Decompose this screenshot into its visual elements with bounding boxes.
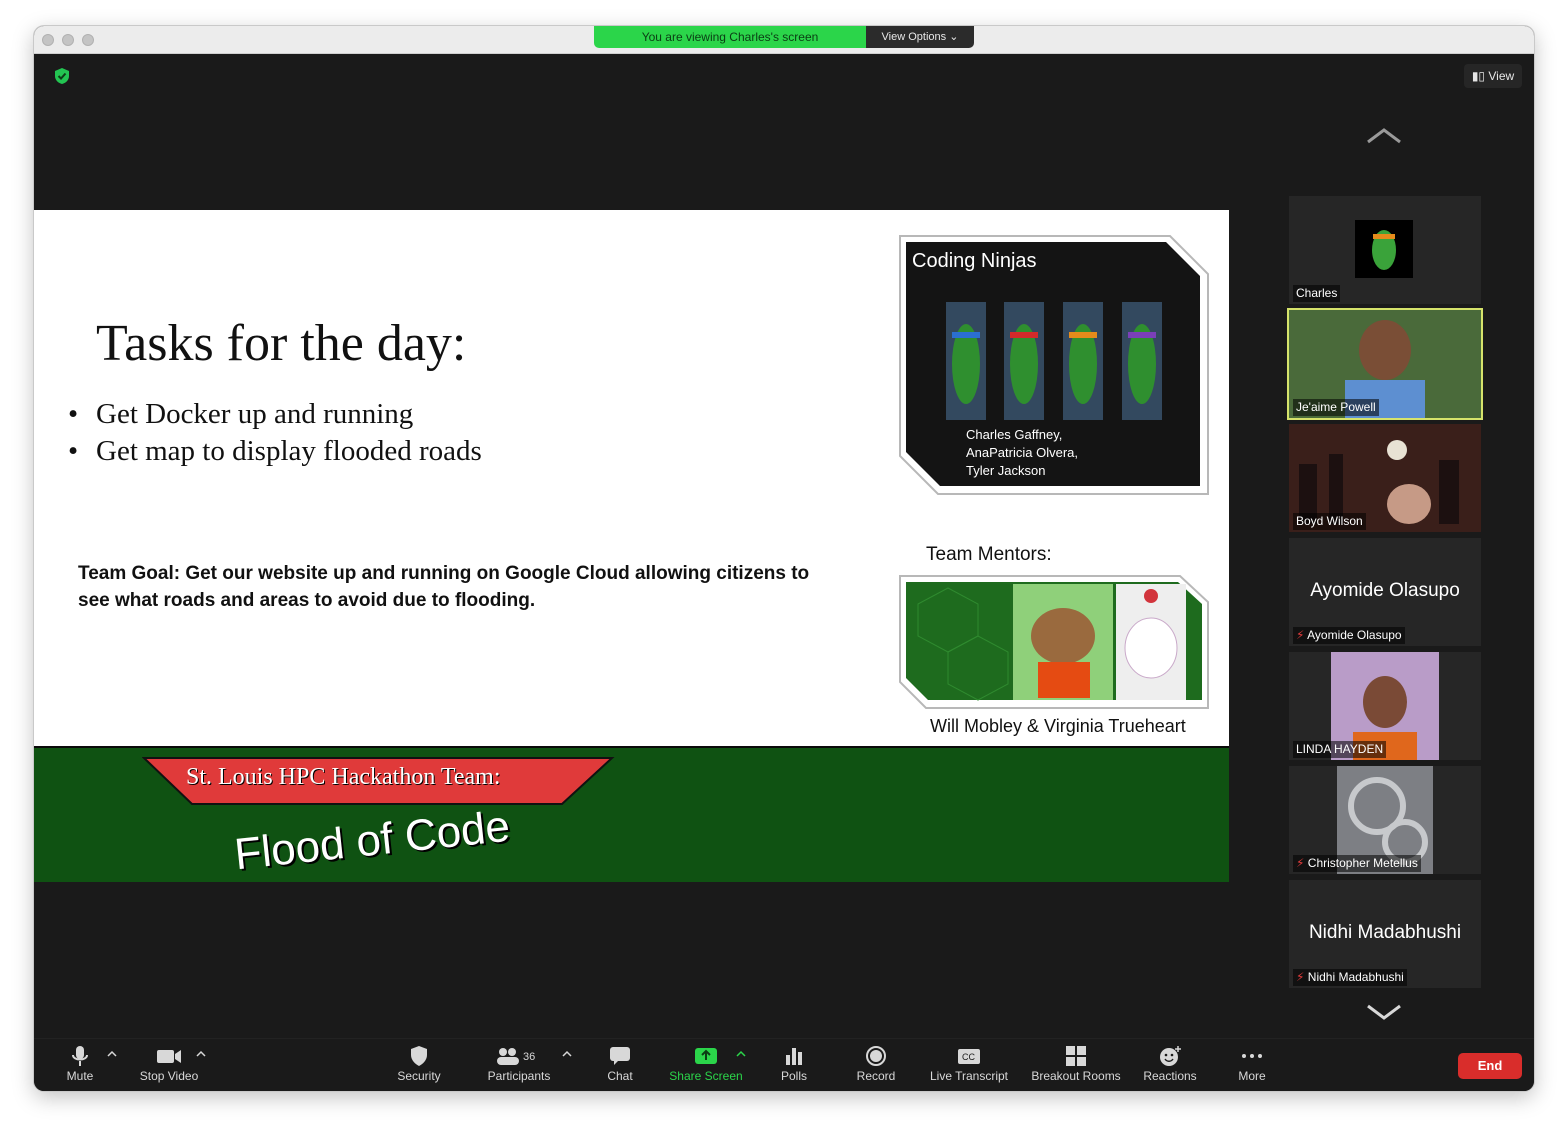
chevron-up-icon[interactable] bbox=[196, 1049, 206, 1059]
participant-name: Boyd Wilson bbox=[1293, 513, 1366, 530]
chevron-down-icon[interactable] bbox=[1366, 1002, 1402, 1020]
close-window-button[interactable] bbox=[42, 34, 54, 46]
ninjas-names: Charles Gaffney, AnaPatricia Olvera, Tyl… bbox=[966, 427, 1078, 478]
mentors-names: Will Mobley & Virginia Trueheart bbox=[930, 716, 1186, 736]
stop-video-label: Stop Video bbox=[139, 1069, 199, 1083]
zoom-window: You are viewing Charles's screen View Op… bbox=[34, 26, 1534, 1091]
participant-name: ⚡︎ Nidhi Madabhushi bbox=[1293, 969, 1407, 986]
end-meeting-button[interactable]: End bbox=[1458, 1053, 1522, 1079]
chat-bubble-icon bbox=[610, 1047, 630, 1065]
polls-label: Polls bbox=[780, 1069, 807, 1083]
stop-video-button[interactable]: Stop Video bbox=[132, 1039, 206, 1091]
mentors-label: Team Mentors: bbox=[926, 544, 1052, 565]
participants-icon: 36 bbox=[497, 1048, 535, 1065]
chevron-up-icon[interactable] bbox=[107, 1049, 117, 1059]
participant-tile-active-speaker[interactable]: Je'aime Powell bbox=[1287, 308, 1483, 420]
share-screen-icon bbox=[695, 1048, 717, 1064]
participant-tile[interactable]: Boyd Wilson bbox=[1289, 424, 1481, 532]
title-bar: You are viewing Charles's screen View Op… bbox=[34, 26, 1534, 54]
participant-name: ⚡︎ Ayomide Olasupo bbox=[1293, 627, 1405, 644]
encryption-shield-icon[interactable] bbox=[52, 66, 72, 86]
participants-count: 36 bbox=[523, 1051, 535, 1063]
record-label: Record bbox=[856, 1069, 896, 1083]
grid-view-icon: ▮▯ bbox=[1471, 69, 1486, 83]
participant-name: Charles bbox=[1293, 285, 1341, 302]
participant-tile[interactable]: Ayomide Olasupo ⚡︎ Ayomide Olasupo bbox=[1289, 538, 1481, 646]
view-layout-button[interactable]: ▮▯ View bbox=[1464, 64, 1522, 88]
slide-title: Tasks for the day: bbox=[96, 315, 467, 372]
participant-name: Je'aime Powell bbox=[1293, 399, 1379, 416]
shared-slide: Tasks for the day: • Get Docker up and ru… bbox=[34, 210, 1229, 882]
shield-icon bbox=[411, 1046, 427, 1066]
meeting-toolbar: Mute Stop Video Security 36 Participants… bbox=[34, 1038, 1534, 1091]
ninja-turtle-avatar bbox=[1355, 220, 1413, 278]
reactions-label: Reactions bbox=[1143, 1069, 1197, 1083]
svg-text:CC: CC bbox=[962, 1052, 975, 1062]
bar-chart-icon bbox=[786, 1048, 802, 1065]
muted-mic-icon: ⚡︎ bbox=[1296, 856, 1305, 870]
view-options-button[interactable]: View Options ⌄ bbox=[866, 26, 974, 48]
polls-button[interactable]: Polls bbox=[774, 1039, 814, 1091]
record-button[interactable]: Record bbox=[852, 1039, 900, 1091]
mentors-card bbox=[898, 574, 1210, 710]
footer-team-label: St. Louis HPC Hackathon Team: bbox=[186, 764, 501, 790]
slide-footer-band: St. Louis HPC Hackathon Team: Flood of C… bbox=[34, 746, 1229, 882]
more-label: More bbox=[1238, 1069, 1266, 1083]
participant-display-name: Ayomide Olasupo bbox=[1310, 580, 1460, 601]
list-item: • Get Docker up and running bbox=[68, 398, 414, 430]
meeting-stage: ▮▯ View Tasks for the day: • Get Docker u… bbox=[34, 54, 1534, 1038]
screen-share-banner: You are viewing Charles's screen View Op… bbox=[594, 26, 974, 48]
breakout-rooms-button[interactable]: Breakout Rooms bbox=[1028, 1039, 1124, 1091]
participant-tile[interactable]: ⚡︎ Christopher Metellus bbox=[1289, 766, 1481, 874]
security-button[interactable]: Security bbox=[390, 1039, 448, 1091]
minimize-window-button[interactable] bbox=[62, 34, 74, 46]
breakout-rooms-label: Breakout Rooms bbox=[1031, 1069, 1121, 1083]
participant-tile[interactable]: Charles bbox=[1289, 196, 1481, 304]
chevron-up-icon[interactable] bbox=[736, 1049, 746, 1059]
microphone-icon bbox=[72, 1046, 88, 1066]
share-screen-button[interactable]: Share Screen bbox=[666, 1039, 746, 1091]
mentors-card-frame bbox=[899, 575, 1209, 709]
live-transcript-label: Live Transcript bbox=[929, 1069, 1009, 1083]
participant-name: ⚡︎ Christopher Metellus bbox=[1293, 855, 1421, 872]
coding-ninjas-card: Coding Ninjas Charles Gaffney, AnaPatric… bbox=[898, 234, 1210, 496]
chat-button[interactable]: Chat bbox=[600, 1039, 640, 1091]
record-icon bbox=[866, 1046, 886, 1066]
chevron-up-icon[interactable] bbox=[1366, 126, 1402, 144]
security-label: Security bbox=[397, 1069, 441, 1083]
task-bullets: • Get Docker up and running • Get map to d… bbox=[68, 396, 482, 470]
zoom-window-button[interactable] bbox=[82, 34, 94, 46]
breakout-rooms-icon bbox=[1066, 1046, 1086, 1066]
closed-caption-icon: CC bbox=[958, 1049, 980, 1064]
participants-button[interactable]: 36 Participants bbox=[482, 1039, 556, 1091]
reactions-button[interactable]: Reactions bbox=[1140, 1039, 1200, 1091]
view-label: View bbox=[1488, 69, 1515, 83]
view-options-label: View Options bbox=[881, 31, 947, 43]
ninjas-title: Coding Ninjas bbox=[912, 250, 1037, 272]
team-goal-text: Team Goal: Get our website up and runnin… bbox=[78, 563, 810, 611]
participant-name: LINDA HAYDEN bbox=[1293, 741, 1387, 758]
list-item: • Get map to display flooded roads bbox=[68, 435, 482, 467]
participant-tile[interactable]: Nidhi Madabhushi ⚡︎ Nidhi Madabhushi bbox=[1289, 880, 1481, 988]
video-camera-icon bbox=[157, 1050, 181, 1063]
viewing-screen-label: You are viewing Charles's screen bbox=[594, 26, 866, 48]
muted-mic-icon: ⚡︎ bbox=[1296, 970, 1305, 984]
smiley-icon bbox=[1160, 1046, 1181, 1066]
chevron-up-icon[interactable] bbox=[562, 1049, 572, 1059]
participants-label: Participants bbox=[487, 1069, 551, 1083]
live-transcript-button[interactable]: CC Live Transcript bbox=[926, 1039, 1012, 1091]
mute-label: Mute bbox=[66, 1069, 94, 1083]
muted-mic-icon: ⚡︎ bbox=[1296, 628, 1305, 642]
participant-display-name: Nidhi Madabhushi bbox=[1308, 922, 1462, 943]
more-button[interactable]: More bbox=[1230, 1039, 1274, 1091]
chat-label: Chat bbox=[607, 1069, 633, 1083]
chevron-down-icon: ⌄ bbox=[949, 31, 959, 43]
share-screen-label: Share Screen bbox=[669, 1069, 743, 1083]
participant-tile[interactable]: LINDA HAYDEN bbox=[1289, 652, 1481, 760]
mute-button[interactable]: Mute bbox=[54, 1039, 106, 1091]
ellipsis-icon bbox=[1242, 1054, 1262, 1058]
